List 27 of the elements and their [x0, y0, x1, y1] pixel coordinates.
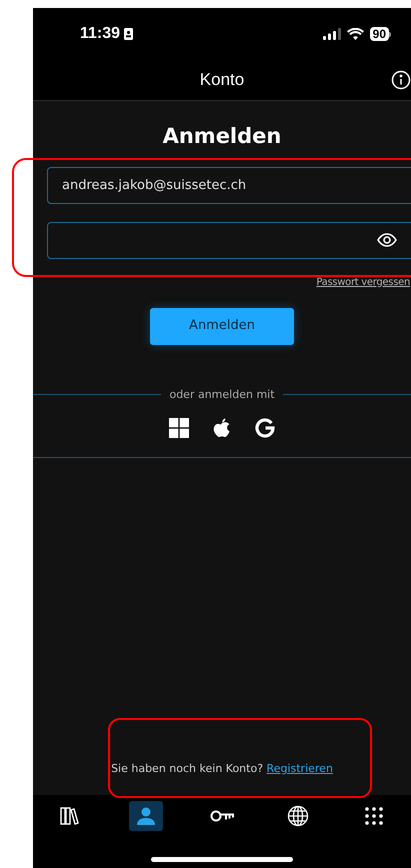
apple-icon [213, 418, 231, 438]
windows-login-button[interactable] [169, 418, 189, 438]
register-prompt: Sie haben noch kein Konto? Registrieren [110, 760, 334, 776]
person-icon [136, 806, 156, 826]
divider-text: oder anmelden mit [169, 386, 275, 402]
apps-icon [365, 807, 383, 825]
register-link[interactable]: Registrieren [266, 762, 333, 774]
email-field[interactable]: andreas.jakob@suissetec.ch [47, 166, 411, 204]
eye-icon[interactable] [377, 233, 397, 247]
badge-icon [124, 28, 134, 40]
login-title: Anmelden [162, 123, 282, 150]
info-icon[interactable] [391, 70, 411, 90]
wifi-icon [346, 28, 364, 40]
globe-icon [287, 805, 309, 827]
signal-icon [322, 28, 341, 40]
apple-login-button[interactable] [213, 418, 231, 438]
password-field[interactable] [47, 222, 411, 258]
google-icon [255, 418, 275, 438]
status-time: 11:39 [80, 24, 120, 44]
google-login-button[interactable] [255, 418, 275, 438]
books-icon [60, 806, 80, 826]
header-title: Konto [200, 69, 244, 92]
battery-level: 90 [370, 27, 389, 41]
login-button[interactable]: Anmelden [150, 308, 294, 344]
key-icon [210, 809, 234, 823]
windows-icon [169, 418, 189, 438]
forgot-password-link[interactable]: Passwort vergessen [316, 274, 410, 290]
